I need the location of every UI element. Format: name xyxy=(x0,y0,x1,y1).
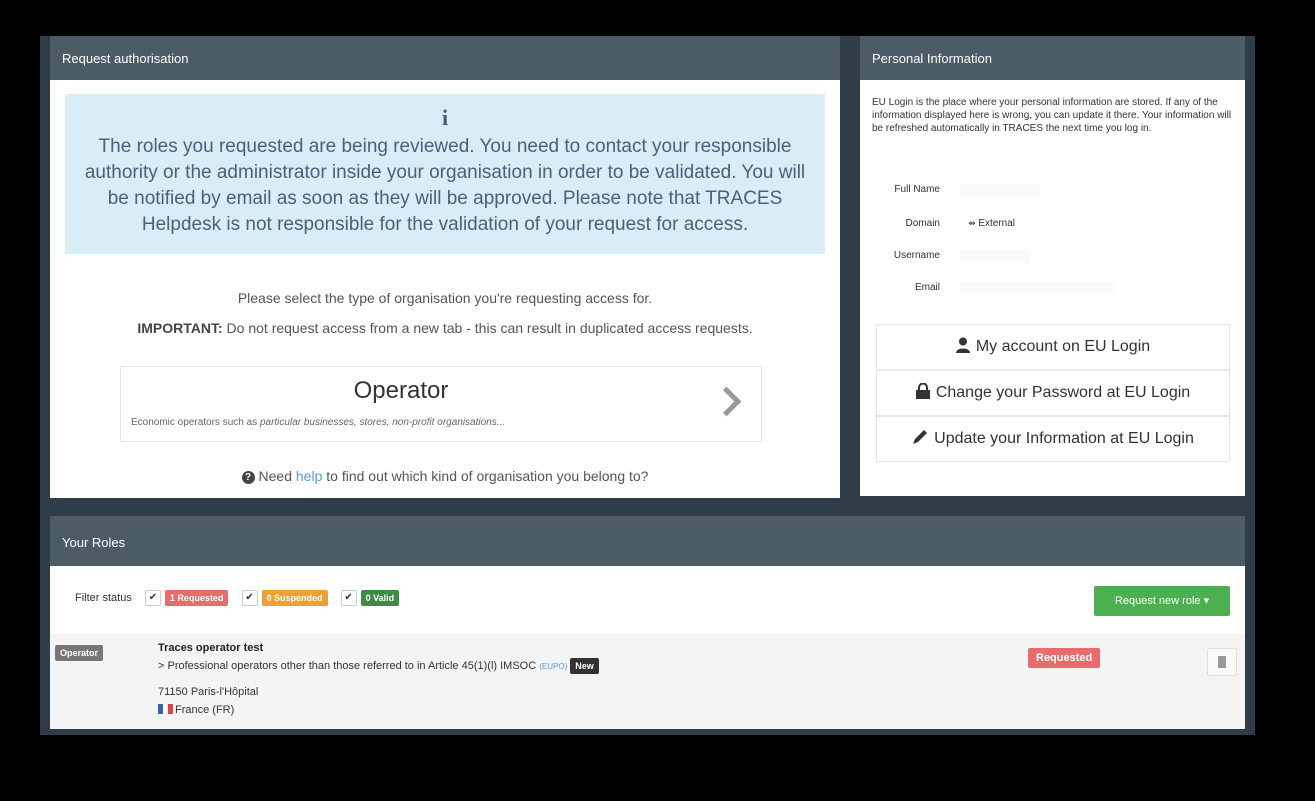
email-value xyxy=(960,282,1115,295)
panel-title: Your Roles xyxy=(50,516,1245,566)
domain-label: Domain xyxy=(905,218,940,229)
change-password-button[interactable]: Change your Password at EU Login xyxy=(876,370,1230,416)
request-authorisation-panel: Request authorisation i The roles you re… xyxy=(50,36,840,498)
pencil-icon xyxy=(912,419,928,463)
user-icon xyxy=(955,327,970,371)
new-badge: New xyxy=(570,658,599,674)
requested-checkbox[interactable]: ✔ xyxy=(144,590,161,607)
help-suffix: to find out which kind of organisation y… xyxy=(322,468,649,484)
select-prompt: Please select the type of organisation y… xyxy=(237,290,653,306)
your-roles-panel: Your Roles Filter status ✔ 1 Requested ✔ 0… xyxy=(50,516,1245,729)
role-row: Operator Traces operator test > Professi… xyxy=(50,634,1245,729)
personal-information-panel: Personal Information EU Login is the pla… xyxy=(860,36,1245,496)
change-password-label: Change your Password at EU Login xyxy=(935,384,1191,401)
full-name-value xyxy=(960,184,1040,197)
domain-text: External xyxy=(978,218,1016,229)
operator-title: Operator xyxy=(353,377,449,404)
my-account-button[interactable]: My account on EU Login xyxy=(876,324,1230,370)
role-status-badge: Requested xyxy=(1028,648,1101,668)
role-type-badge: Operator xyxy=(55,644,104,661)
delete-role-button[interactable] xyxy=(1207,648,1237,676)
role-country: France (FR) xyxy=(158,704,234,716)
chevron-right-icon: > xyxy=(158,659,165,672)
info-text: The roles you requested are being review… xyxy=(84,136,806,235)
france-flag-icon xyxy=(158,704,173,714)
filter-status-label: Filter status xyxy=(75,592,132,604)
domain-value: ⇴ External xyxy=(968,218,1015,229)
important-label: IMPORTANT: xyxy=(137,320,223,336)
personal-info-description: EU Login is the place where your persona… xyxy=(872,97,1232,134)
valid-checkbox[interactable]: ✔ xyxy=(340,590,357,607)
role-country-text: France (FR) xyxy=(175,704,235,716)
valid-badge: 0 Valid xyxy=(360,590,400,607)
info-alert: i The roles you requested are being revi… xyxy=(65,94,825,254)
operator-desc-prefix: Economic operators such as xyxy=(131,417,260,428)
role-address: 71150 Paris-l'Hôpital xyxy=(158,686,259,698)
lock-icon xyxy=(915,373,930,417)
question-icon: ? xyxy=(241,471,255,484)
email-label: Email xyxy=(914,282,940,293)
operator-desc-examples: particular businesses, stores, non-profi… xyxy=(259,417,506,428)
info-icon: i xyxy=(441,105,449,130)
role-activity: > Professional operators other than thos… xyxy=(158,658,599,674)
full-name-label: Full Name xyxy=(894,184,940,195)
panel-title: Personal Information xyxy=(860,36,1245,80)
requested-badge: 1 Requested xyxy=(164,590,229,607)
trash-icon xyxy=(1218,656,1226,668)
my-account-label: My account on EU Login xyxy=(975,338,1151,355)
important-note: IMPORTANT: Do not request access from a … xyxy=(50,320,840,336)
update-information-label: Update your Information at EU Login xyxy=(934,430,1194,447)
username-label: Username xyxy=(893,250,940,261)
chevron-right-icon[interactable] xyxy=(711,386,742,417)
external-icon: ⇴ xyxy=(968,218,976,228)
suspended-checkbox[interactable]: ✔ xyxy=(241,590,258,607)
operator-description: Economic operators such as particular bu… xyxy=(131,417,505,428)
eupo-tag: (EUPO) xyxy=(539,661,568,671)
filter-status-row: Filter status ✔ 1 Requested ✔ 0 Suspended … xyxy=(75,588,400,608)
help-line: ? Need help to find out which kind of org… xyxy=(50,468,840,484)
request-new-role-button[interactable]: Request new role ▾ xyxy=(1094,586,1230,616)
role-activity-text: Professional operators other than those … xyxy=(167,659,537,672)
operator-option-card[interactable]: Operator Economic operators such as part… xyxy=(120,366,762,442)
panel-title: Request authorisation xyxy=(50,36,840,80)
main-frame: Request authorisation i The roles you re… xyxy=(40,36,1255,735)
help-prefix: Need xyxy=(258,468,296,484)
username-value xyxy=(960,250,1030,263)
suspended-badge: 0 Suspended xyxy=(261,590,328,607)
update-information-button[interactable]: Update your Information at EU Login xyxy=(876,416,1230,462)
important-text: Do not request access from a new tab - t… xyxy=(222,320,753,336)
role-name: Traces operator test xyxy=(158,642,264,654)
help-link[interactable]: help xyxy=(296,468,322,484)
